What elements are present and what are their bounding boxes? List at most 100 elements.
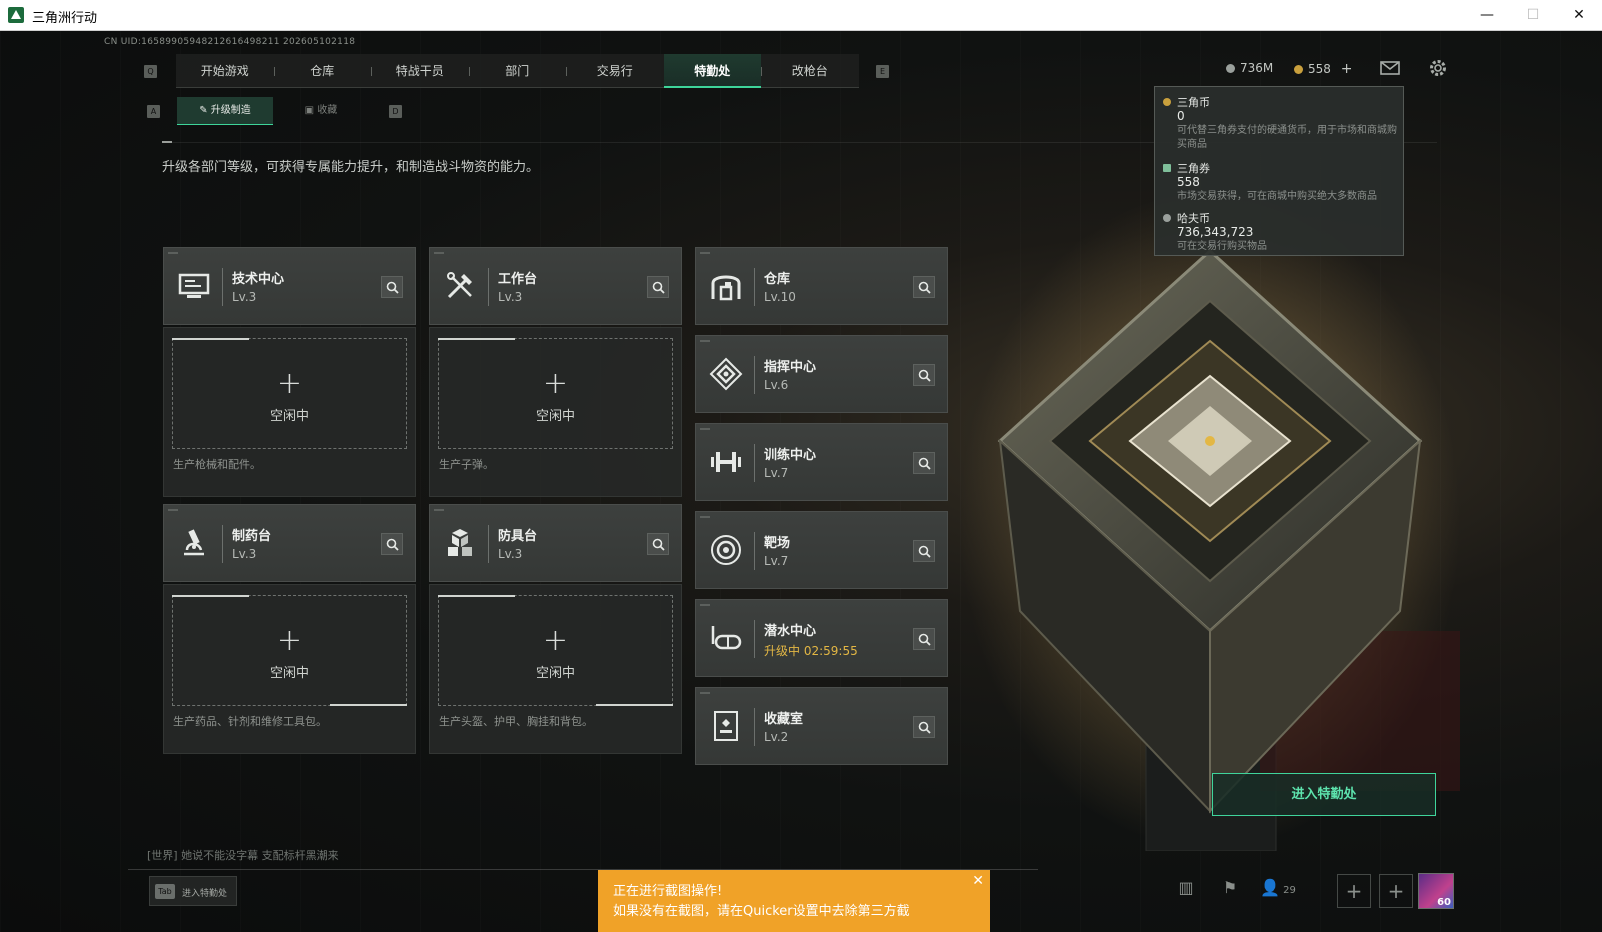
card-corner-mark <box>168 252 178 254</box>
add-icon: + <box>542 366 569 401</box>
close-window-button[interactable]: ✕ <box>1556 0 1602 31</box>
dept-card-armor[interactable]: 防具台 Lv.3 <box>429 504 682 582</box>
dept-level: Lv.3 <box>498 290 523 304</box>
toast-line-2: 如果没有在截图，请在Quicker设置中去除第三方截 <box>613 904 910 919</box>
inspect-button[interactable] <box>913 452 935 474</box>
card-corner-mark <box>434 509 444 511</box>
dept-level: Lv.10 <box>764 290 796 304</box>
subtab-upgrade-craft[interactable]: ✎ 升级制造 <box>177 97 273 125</box>
slot-frame: + 空闲中 <box>438 338 673 449</box>
inspect-button[interactable] <box>381 533 403 555</box>
enter-special-ops-button[interactable]: 进入特勤处 <box>1212 773 1436 816</box>
dept-level: Lv.7 <box>764 554 789 568</box>
player-uid: CN UID:16589905948212616498211 202605102… <box>104 37 356 47</box>
tools-icon <box>447 272 472 299</box>
maximize-button[interactable]: ☐ <box>1510 0 1556 31</box>
trophy-icon <box>714 711 738 741</box>
settings-gear-icon[interactable] <box>1428 58 1448 78</box>
dept-card-workbench[interactable]: 工作台 Lv.3 <box>429 247 682 325</box>
tab-trading[interactable]: 交易行 <box>566 54 664 88</box>
production-slot-pharmacy[interactable]: + 空闲中 生产药品、针剂和维修工具包。 <box>163 584 416 754</box>
add-ticket-button[interactable]: + <box>1341 61 1353 77</box>
friends-button[interactable]: 👤 29 <box>1256 874 1300 902</box>
inspect-button[interactable] <box>647 533 669 555</box>
slot-status: 空闲中 <box>535 409 575 424</box>
dept-card-command-center[interactable]: 指挥中心 Lv.6 <box>695 335 948 413</box>
production-slot-armor[interactable]: + 空闲中 生产头盔、护甲、胸挂和背包。 <box>429 584 682 754</box>
player-level: 60 <box>1437 897 1451 908</box>
ticket-title: 三角券 <box>1177 162 1210 175</box>
tab-operators[interactable]: 特战干员 <box>371 54 469 88</box>
add-slot-button-2[interactable]: + <box>1379 874 1413 908</box>
subtab-upgrade-label: 升级制造 <box>210 105 251 116</box>
ticket-desc: 市场交易获得，可在商城中购买绝大多数商品 <box>1177 191 1377 202</box>
mail-icon[interactable] <box>1380 58 1400 78</box>
dept-name: 防具台 <box>498 529 538 544</box>
goggles-icon <box>711 626 742 650</box>
box-icon: ▣ <box>304 105 318 116</box>
production-slot-workbench[interactable]: + 空闲中 生产子弹。 <box>429 327 682 497</box>
card-separator <box>754 532 755 570</box>
subnav-next-key: D <box>389 104 402 118</box>
add-icon: + <box>276 366 303 401</box>
inspect-button[interactable] <box>913 540 935 562</box>
nav-prev-key: Q <box>144 64 157 78</box>
tab-gunsmith[interactable]: 改枪台 <box>761 54 859 88</box>
card-corner-mark <box>700 428 710 430</box>
flag-icon[interactable]: ⚑ <box>1216 874 1244 902</box>
search-icon <box>918 721 931 734</box>
inspect-button[interactable] <box>913 276 935 298</box>
command-icon <box>709 357 743 391</box>
inspect-button[interactable] <box>913 716 935 738</box>
toast-close-button[interactable]: ✕ <box>972 873 984 889</box>
dept-name: 技术中心 <box>232 272 285 287</box>
tab-special-ops[interactable]: 特勤处 <box>663 54 761 88</box>
player-avatar[interactable]: 60 <box>1418 873 1454 909</box>
dept-name: 靶场 <box>764 536 791 551</box>
dept-card-collection-room[interactable]: 收藏室 Lv.2 <box>695 687 948 765</box>
tab-shortcut-hint[interactable]: Tab 进入特勤处 <box>149 876 237 906</box>
hafu-coin-balance[interactable]: 736M <box>1226 61 1273 75</box>
dept-card-shooting-range[interactable]: 靶场 Lv.7 <box>695 511 948 589</box>
dept-name: 潜水中心 <box>764 624 817 639</box>
target-icon <box>711 535 741 565</box>
dept-level: Lv.3 <box>232 547 257 561</box>
dept-level: Lv.3 <box>232 290 257 304</box>
subnav-prev-key: A <box>147 104 160 118</box>
minimize-button[interactable]: — <box>1464 0 1510 31</box>
add-slot-button-1[interactable]: + <box>1337 874 1371 908</box>
inspect-button[interactable] <box>381 276 403 298</box>
world-chat-message[interactable]: [世界] 她说不能没字幕 支配标杆黑潮来 <box>147 847 339 863</box>
search-icon <box>386 281 399 294</box>
dept-card-tech-center[interactable]: 技术中心 Lv.3 <box>163 247 416 325</box>
hafu-title: 哈夫币 <box>1177 212 1210 225</box>
hafu-coin-icon <box>1226 64 1235 73</box>
main-nav: 开始游戏 仓库 特战干员 部门 交易行 特勤处 改枪台 <box>176 54 859 88</box>
tab-start-game[interactable]: 开始游戏 <box>176 54 274 88</box>
slot-status: 空闲中 <box>269 409 309 424</box>
coin-desc: 可代替三角券支付的硬通货币，用于市场和商城购买商品 <box>1177 125 1397 150</box>
dept-name: 训练中心 <box>764 448 817 463</box>
inspect-button[interactable] <box>913 628 935 650</box>
stats-chart-icon[interactable]: ▥ <box>1172 874 1200 902</box>
subtab-collection[interactable]: ▣ 收藏 <box>273 97 369 125</box>
ticket-balance[interactable]: 558 + <box>1294 61 1352 77</box>
sub-nav-right-key: D <box>389 97 402 125</box>
hafu-value: 736,343,723 <box>1177 225 1254 239</box>
dept-card-storage[interactable]: 仓库 Lv.10 <box>695 247 948 325</box>
dept-card-pharmacy[interactable]: 制药台 Lv.3 <box>163 504 416 582</box>
inspect-button[interactable] <box>647 276 669 298</box>
dept-card-diving-center[interactable]: 潜水中心 升级中 02:59:55 <box>695 599 948 677</box>
window-title: 三角洲行动 <box>32 11 98 26</box>
card-separator <box>488 525 489 563</box>
tab-departments[interactable]: 部门 <box>468 54 567 88</box>
search-icon <box>386 538 399 551</box>
dept-card-training-center[interactable]: 训练中心 Lv.7 <box>695 423 948 501</box>
card-separator <box>222 268 223 306</box>
dept-level: Lv.7 <box>764 466 789 480</box>
tab-storage[interactable]: 仓库 <box>273 54 372 88</box>
production-slot-tech[interactable]: + 空闲中 生产枪械和配件。 <box>163 327 416 497</box>
inspect-button[interactable] <box>913 364 935 386</box>
dept-name: 指挥中心 <box>764 360 817 375</box>
top-nav-left-key: Q <box>144 54 157 88</box>
